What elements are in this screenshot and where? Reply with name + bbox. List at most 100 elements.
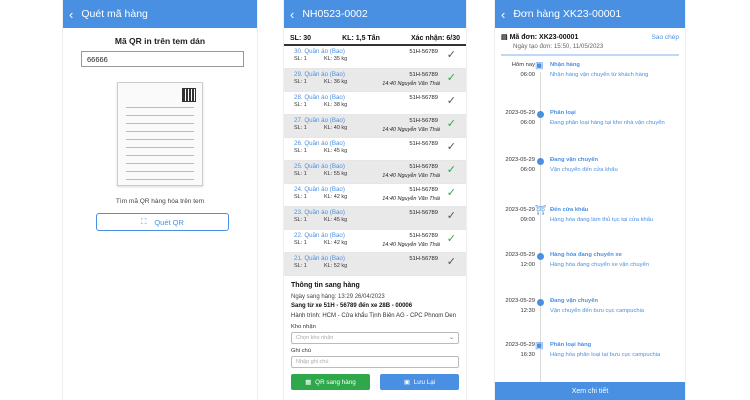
item-weight: KL: 45 kg [324, 148, 348, 154]
event-date: 2023-05-29 [505, 342, 535, 348]
item-row[interactable]: 26. Quần áo (Bao) SL: 1 KL: 45 kg 51H-56789… [284, 138, 466, 161]
item-row[interactable]: 27. Quần áo (Bao) SL: 1 KL: 40 kg 51H-56789… [284, 115, 466, 138]
item-plate: 51H-56789 [409, 118, 438, 124]
item-row[interactable]: 24. Quần áo (Bao) SL: 1 KL: 42 kg 51H-56789… [284, 184, 466, 207]
check-icon[interactable]: ✓ [447, 257, 456, 268]
check-icon[interactable]: ✓ [447, 165, 456, 176]
item-row[interactable]: 30. Quần áo (Bao) SL: 1 KL: 35 kg 51H-56789… [284, 46, 466, 69]
header-title: NH0523-0002 [302, 8, 368, 20]
item-weight: KL: 42 kg [324, 240, 348, 246]
back-icon[interactable]: ‹ [290, 8, 294, 21]
item-confirmer: 14:40 Nguyễn Văn Thái [382, 127, 440, 133]
item-row[interactable]: 25. Quần áo (Bao) SL: 1 KL: 55 kg 51H-56789… [284, 161, 466, 184]
item-meta: SL: 1 KL: 45 kg [294, 217, 466, 223]
item-quantity: SL: 1 [294, 102, 307, 108]
check-icon[interactable]: ✓ [447, 73, 456, 84]
item-row[interactable]: 21. Quần áo (Bao) SL: 1 KL: 52 kg 51H-56789… [284, 253, 466, 276]
qr-title: Mã QR in trên tem dán [114, 36, 206, 46]
item-name: 25. Quần áo (Bao) [294, 163, 345, 170]
note-placeholder: Nhập ghi chú [296, 359, 329, 366]
header: ‹ Quét mã hàng [63, 0, 257, 28]
event-description: Hàng hóa phân loại tại bưu cục campuchia [550, 352, 661, 358]
item-weight: KL: 38 kg [324, 102, 348, 108]
item-quantity: SL: 1 [294, 217, 307, 223]
label-illustration [117, 82, 203, 186]
item-weight: KL: 45 kg [324, 217, 348, 223]
check-icon[interactable]: ✓ [447, 119, 456, 130]
item-row[interactable]: 22. Quần áo (Bao) SL: 1 KL: 42 kg 51H-56789… [284, 230, 466, 253]
event-date: Hôm nay [511, 62, 535, 68]
summary-row: SL: 30 KL: 1,5 Tấn Xác nhận: 6/30 [284, 28, 466, 46]
event-date: 2023-05-29 [505, 110, 535, 116]
warehouse-select[interactable]: Chọn kho nhận ⌄ [291, 332, 459, 345]
transfer-info: Thông tin sang hàng Ngày sang hàng: 13:2… [284, 276, 466, 391]
event-time: 16:30 [520, 352, 535, 358]
qr-icon: ▦ [305, 378, 312, 386]
transfer-route: Sang từ xe 51H - 56789 đến xe 28B - 0000… [291, 303, 413, 309]
check-icon[interactable]: ✓ [447, 142, 456, 153]
item-row[interactable]: 23. Quần áo (Bao) SL: 1 KL: 45 kg 51H-56789… [284, 207, 466, 230]
item-quantity: SL: 1 [294, 240, 307, 246]
item-plate: 51H-56789 [409, 141, 438, 147]
event-title: Phân loại [550, 110, 576, 116]
view-details-button[interactable]: Xem chi tiết [495, 382, 685, 400]
item-name: 30. Quần áo (Bao) [294, 48, 345, 55]
back-icon[interactable]: ‹ [501, 8, 505, 21]
check-icon[interactable]: ✓ [447, 211, 456, 222]
item-weight: KL: 42 kg [324, 194, 348, 200]
item-list: 30. Quần áo (Bao) SL: 1 KL: 35 kg 51H-56789… [284, 46, 466, 276]
item-plate: 51H-56789 [409, 187, 438, 193]
summary-weight: KL: 1,5 Tấn [342, 35, 380, 42]
note-input[interactable]: Nhập ghi chú [291, 356, 459, 369]
event-description: Vận chuyển đến cửa khẩu [550, 167, 618, 173]
back-icon[interactable]: ‹ [69, 8, 73, 21]
event-title: Đang vận chuyển [550, 298, 598, 304]
item-confirmer: 14:40 Nguyễn Văn Thái [382, 196, 440, 202]
header: ‹ NH0523-0002 [284, 0, 466, 28]
chevron-down-icon: ⌄ [448, 335, 454, 342]
item-confirmer: 14:40 Nguyễn Văn Thái [382, 173, 440, 179]
event-title: Nhận hàng [550, 62, 580, 68]
copy-button[interactable]: Sao chép [652, 34, 679, 41]
item-quantity: SL: 1 [294, 263, 307, 269]
event-time: 12:00 [520, 262, 535, 268]
check-icon[interactable]: ✓ [447, 96, 456, 107]
item-name: 27. Quần áo (Bao) [294, 117, 345, 124]
event-time: 12:30 [520, 308, 535, 314]
event-date: 2023-05-29 [505, 207, 535, 213]
qr-transfer-button[interactable]: ▦ QR sang hàng [291, 374, 370, 391]
item-row[interactable]: 29. Quần áo (Bao) SL: 1 KL: 36 kg 51H-56789… [284, 69, 466, 92]
item-quantity: SL: 1 [294, 194, 307, 200]
journey: Hành trình: HCM - Cửa khẩu Tịnh Biên AG … [291, 313, 456, 319]
item-meta: SL: 1 KL: 38 kg [294, 102, 466, 108]
summary-quantity: SL: 30 [290, 35, 312, 42]
item-weight: KL: 55 kg [324, 171, 348, 177]
item-plate: 51H-56789 [409, 256, 438, 262]
qr-code-input[interactable]: 66666 [81, 51, 244, 67]
item-meta: SL: 1 KL: 35 kg [294, 56, 466, 62]
status-dot [537, 158, 544, 165]
event-title: Phân loại hàng [550, 342, 592, 348]
info-title: Thông tin sang hàng [291, 282, 360, 289]
check-icon[interactable]: ✓ [447, 188, 456, 199]
event-description: Hàng hóa đang chuyển xe vận chuyển [550, 262, 649, 268]
order-icon: ▤ [501, 34, 510, 41]
event-time: 06:00 [520, 167, 535, 173]
scan-icon: ⛶ [141, 217, 147, 226]
event-title: Đang vận chuyển [550, 157, 598, 163]
screen-scan-qr: ‹ Quét mã hàng Mã QR in trên tem dán 666… [62, 0, 258, 400]
item-name: 23. Quần áo (Bao) [294, 209, 345, 216]
item-plate: 51H-56789 [409, 164, 438, 170]
item-quantity: SL: 1 [294, 56, 307, 62]
summary-confirmed: Xác nhận: 6/30 [410, 35, 460, 42]
item-row[interactable]: 28. Quần áo (Bao) SL: 1 KL: 38 kg 51H-56789… [284, 92, 466, 115]
scan-qr-label: Quét QR [154, 217, 184, 227]
item-meta: SL: 1 KL: 42 kg [294, 240, 466, 246]
scan-qr-button[interactable]: ⛶ Quét QR [96, 213, 229, 231]
check-icon[interactable]: ✓ [447, 234, 456, 245]
item-name: 29. Quần áo (Bao) [294, 71, 345, 78]
event-description: Đang phân loại hàng tại kho nhà vận chuy… [550, 120, 665, 126]
check-icon[interactable]: ✓ [447, 50, 456, 61]
save-button[interactable]: ▣ Lưu Lại [380, 374, 459, 391]
status-dot [537, 111, 544, 118]
